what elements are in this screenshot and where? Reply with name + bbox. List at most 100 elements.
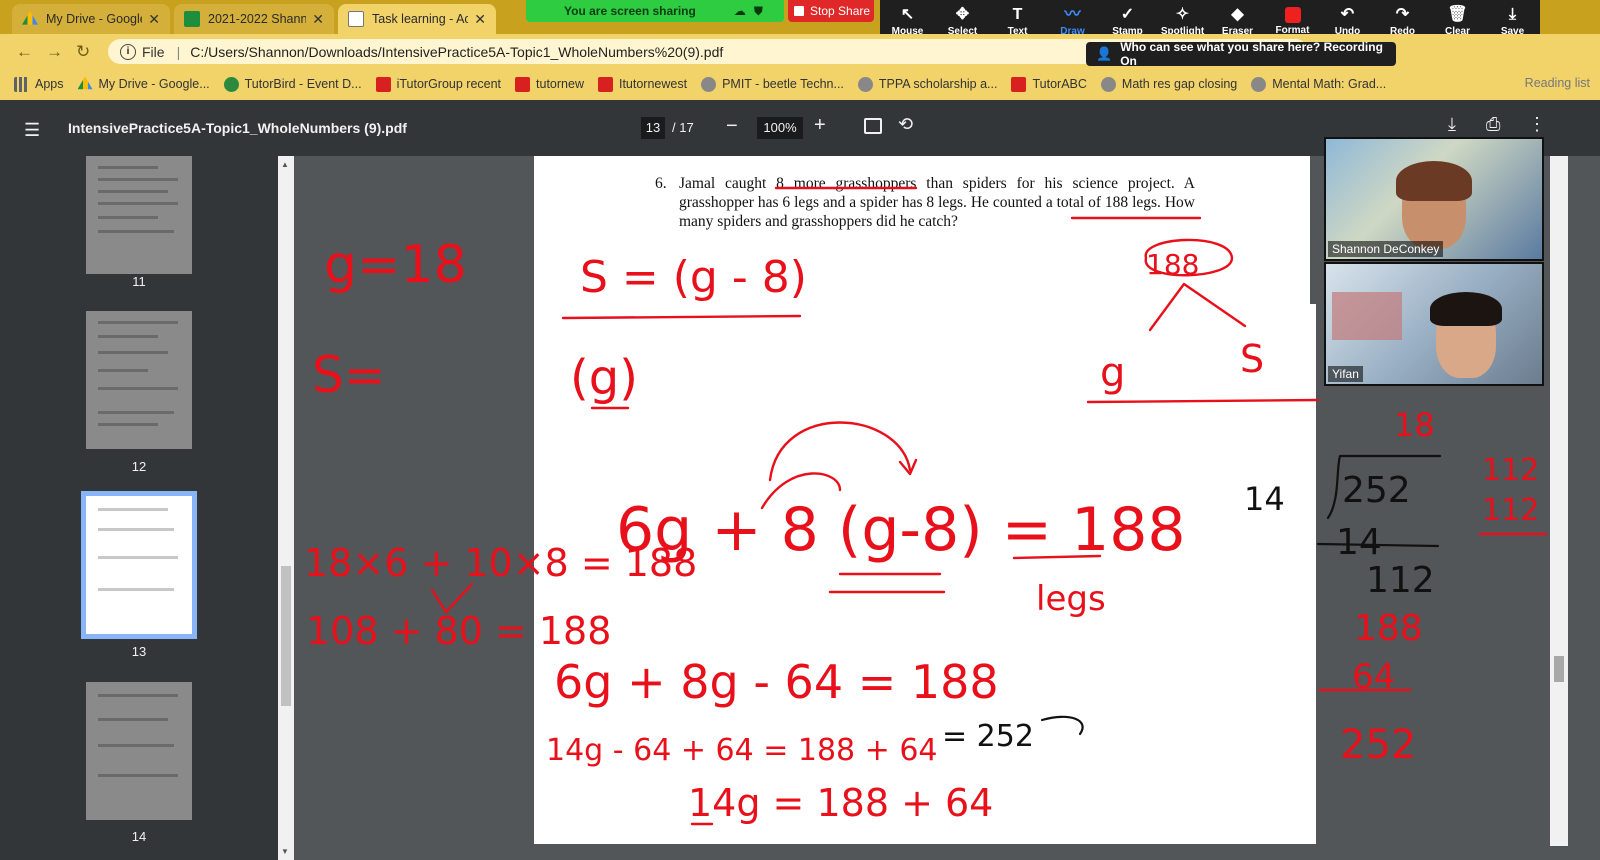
- close-icon[interactable]: ✕: [148, 11, 160, 28]
- scrollbar-thumb[interactable]: [281, 566, 291, 706]
- sidebar-scrollbar[interactable]: ▲ ▼: [278, 156, 294, 860]
- stop-share-label: Stop Share: [810, 4, 871, 18]
- zoom-out-button[interactable]: −: [726, 115, 738, 138]
- bookmark-item[interactable]: Math res gap closing: [1100, 76, 1238, 92]
- handwritten-red-text: g=18: [324, 235, 467, 295]
- bookmark-item[interactable]: Mental Math: Grad...: [1251, 76, 1387, 92]
- participant-hair: [1396, 161, 1472, 201]
- us-map-poster: [1332, 292, 1402, 340]
- bookmark-label: Apps: [35, 77, 64, 91]
- drive-bookmark-icon: [77, 76, 93, 90]
- page-thumbnail-selected[interactable]: [81, 491, 197, 639]
- browser-tab-task-learning[interactable]: Task learning - Aca ✕: [338, 4, 496, 34]
- thumbnail-page-number: 11: [132, 274, 146, 289]
- tab-title: Task learning - Aca: [372, 12, 469, 26]
- who-can-see-banner[interactable]: 👤 Who can see what you share here? Recor…: [1086, 40, 1396, 68]
- zoom-in-button[interactable]: +: [814, 114, 826, 137]
- tab-title: My Drive - Google: [46, 12, 143, 26]
- zoom-level-input[interactable]: 100%: [757, 117, 803, 139]
- ink-stroke: [1326, 454, 1442, 520]
- bookmark-item[interactable]: PMIT - beetle Techn...: [701, 76, 844, 92]
- page-thumbnail[interactable]: [86, 682, 192, 820]
- bookmark-item[interactable]: TutorBird - Event D...: [223, 76, 362, 92]
- cloud-icon: ☁: [733, 4, 746, 18]
- browser-tab-sheet[interactable]: 2021-2022 Shanno ✕: [174, 4, 334, 34]
- address-separator: |: [176, 43, 181, 60]
- select-icon: ✥: [955, 5, 970, 23]
- handwritten-red-text: 252: [1340, 722, 1416, 768]
- scrollbar-thumb[interactable]: [1554, 656, 1564, 682]
- page-number-input[interactable]: 13: [641, 117, 665, 139]
- text-icon: T: [1012, 5, 1023, 23]
- rotate-icon[interactable]: ⟲: [898, 114, 913, 135]
- participant-video-tile[interactable]: Shannon DeConkey: [1324, 137, 1544, 261]
- bookmark-label: TutorABC: [1032, 77, 1087, 91]
- address-url: C:/Users/Shannon/Downloads/IntensivePrac…: [190, 43, 724, 60]
- handwritten-black-text: 112: [1366, 560, 1435, 601]
- grey-bookmark-icon: [857, 76, 873, 92]
- red-bookmark-icon: [1011, 76, 1027, 92]
- reading-list-button[interactable]: Reading list: [1525, 76, 1590, 90]
- forward-arrow-icon[interactable]: →: [46, 42, 63, 62]
- browser-tab-my-drive[interactable]: My Drive - Google ✕: [12, 4, 170, 34]
- doc-icon: [348, 11, 364, 27]
- bookmark-item[interactable]: Apps: [14, 76, 64, 92]
- stop-icon: [794, 6, 804, 16]
- bookmark-label: Math res gap closing: [1121, 77, 1238, 91]
- grey-bookmark-icon: [1251, 76, 1267, 92]
- bookmark-item[interactable]: TPPA scholarship a...: [857, 76, 998, 92]
- handwritten-red-text: 188: [1354, 608, 1423, 649]
- handwritten-red-text: S=: [312, 346, 386, 404]
- clear-icon: 🗑: [1447, 5, 1468, 23]
- fit-page-icon[interactable]: [864, 118, 882, 134]
- grey-bookmark-icon: [1100, 76, 1116, 92]
- page-thumbnail[interactable]: [86, 311, 192, 449]
- bookmarks-bar: Apps My Drive - Google... TutorBird - Even…: [0, 68, 1600, 100]
- download-icon[interactable]: ⤓: [1448, 114, 1456, 135]
- bookmark-item[interactable]: tutornew: [515, 76, 584, 92]
- redo-icon: ↷: [1395, 5, 1410, 23]
- draw-icon: 〰: [1064, 5, 1081, 23]
- problem-number: 6.: [655, 175, 667, 192]
- screen-sharing-status: You are screen sharing ☁ ⛊: [526, 0, 784, 22]
- page-thumbnail[interactable]: [86, 156, 192, 274]
- bookmark-label: Mental Math: Grad...: [1272, 77, 1387, 91]
- spotlight-icon: ✧: [1175, 5, 1190, 23]
- back-arrow-icon[interactable]: ←: [16, 42, 33, 62]
- bookmark-label: iTutorGroup recent: [396, 77, 502, 91]
- thumbnail-page-number: 12: [131, 459, 147, 474]
- participant-hair: [1430, 292, 1502, 326]
- reload-icon[interactable]: ↻: [76, 42, 90, 62]
- bookmark-label: TutorBird - Event D...: [244, 77, 362, 91]
- problem-text: Jamal caught 8 more grasshoppers than sp…: [679, 175, 1195, 230]
- more-options-icon[interactable]: ⋮: [1528, 114, 1546, 135]
- menu-icon[interactable]: ☰: [24, 120, 40, 141]
- ink-stroke: [1316, 542, 1440, 548]
- bookmark-item[interactable]: iTutorGroup recent: [375, 76, 502, 92]
- shield-icon: ⛊: [753, 3, 763, 18]
- info-icon[interactable]: i: [120, 43, 136, 60]
- main-scrollbar[interactable]: [1550, 156, 1568, 846]
- close-icon[interactable]: ✕: [474, 11, 486, 28]
- participant-name: Yifan: [1328, 366, 1363, 382]
- handwritten-red-text: 112: [1482, 493, 1539, 528]
- bookmark-label: TPPA scholarship a...: [878, 77, 998, 91]
- apps-bookmark-icon: [14, 76, 29, 92]
- word-problem: 6. Jamal caught 8 more grasshoppers than…: [655, 174, 1195, 231]
- who-can-see-label: Who can see what you share here? Recordi…: [1120, 40, 1383, 68]
- red-bookmark-icon: [597, 76, 613, 92]
- bookmark-item[interactable]: TutorABC: [1011, 76, 1087, 92]
- tab-title: 2021-2022 Shanno: [208, 12, 307, 26]
- format-icon: [1284, 6, 1301, 23]
- close-icon[interactable]: ✕: [312, 11, 324, 28]
- bookmark-item[interactable]: Itutornewest: [597, 76, 687, 92]
- stamp-icon: ✓: [1120, 5, 1135, 23]
- handwritten-black-text: 14: [1336, 522, 1382, 563]
- bookmark-item[interactable]: My Drive - Google...: [77, 76, 210, 92]
- person-icon: 👤: [1096, 46, 1113, 61]
- thumbnail-page-number: 14: [131, 829, 147, 844]
- stop-share-button[interactable]: Stop Share: [788, 0, 874, 22]
- participant-video-tile[interactable]: Yifan: [1324, 262, 1544, 386]
- print-icon[interactable]: ⎙: [1486, 114, 1500, 135]
- handwritten-red-text: 18: [1394, 406, 1435, 444]
